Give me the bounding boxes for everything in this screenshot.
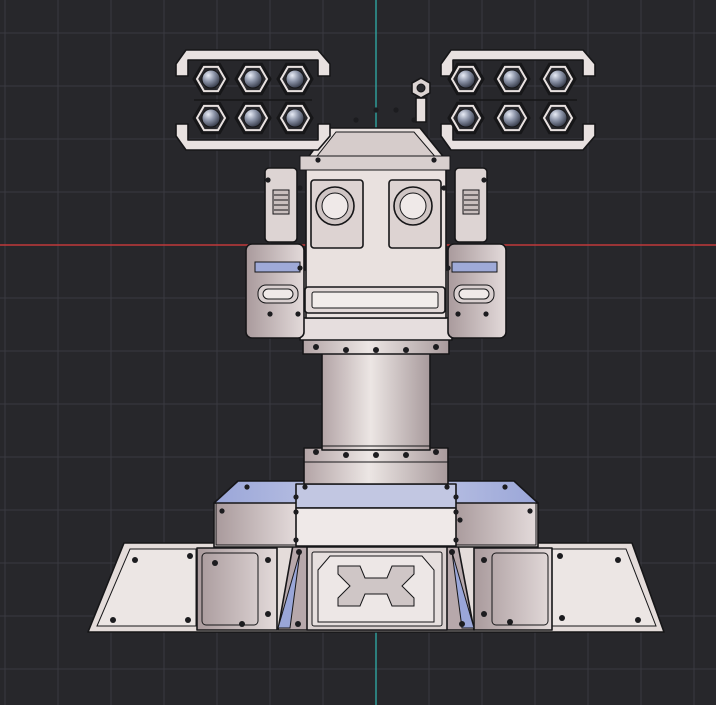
missile-sphere [502, 69, 522, 89]
turret-model[interactable] [87, 49, 665, 633]
turret-mid-block [213, 480, 539, 548]
missile-sphere [456, 108, 476, 128]
antenna [411, 77, 431, 123]
missile-sphere [243, 69, 263, 89]
missile-sphere [285, 69, 305, 89]
missile-sphere [456, 69, 476, 89]
missile-sphere [548, 69, 568, 89]
missile-sphere [201, 108, 221, 128]
missile-sphere [548, 108, 568, 128]
3d-viewport[interactable] [0, 0, 716, 705]
viewport-canvas[interactable] [0, 0, 716, 705]
missile-sphere [502, 108, 522, 128]
turret-column [302, 337, 450, 485]
turret-base [87, 542, 665, 633]
missile-cells [192, 62, 577, 135]
missile-sphere [201, 69, 221, 89]
missile-sphere [243, 108, 263, 128]
missile-sphere [285, 108, 305, 128]
